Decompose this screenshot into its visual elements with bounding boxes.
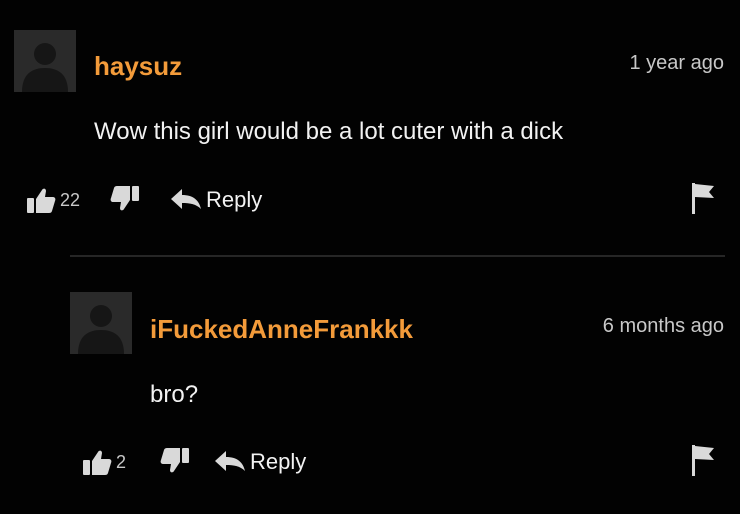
reply-arrow-icon — [215, 451, 245, 471]
thumbs-up-icon[interactable] — [82, 447, 112, 477]
comment-text: bro? — [150, 381, 199, 408]
like-count: 2 — [116, 452, 127, 472]
thumbs-down-icon[interactable] — [110, 184, 140, 214]
comment-username[interactable]: iFuckedAnneFrankkk — [150, 316, 413, 342]
default-avatar-icon — [78, 305, 124, 354]
flag-icon[interactable] — [690, 444, 716, 476]
reply-label: Reply — [206, 187, 263, 212]
like-count: 22 — [60, 190, 81, 210]
divider — [70, 255, 725, 257]
reply-label: Reply — [250, 449, 307, 474]
thumbs-down-icon[interactable] — [160, 446, 190, 476]
comments-section: haysuz 1 year ago Wow this girl would be… — [0, 0, 740, 514]
flag-icon[interactable] — [690, 182, 716, 214]
comment-username[interactable]: haysuz — [94, 53, 182, 79]
comment-timestamp: 1 year ago — [629, 52, 724, 74]
comment-timestamp: 6 months ago — [602, 315, 724, 337]
default-avatar-icon — [22, 43, 68, 92]
reply-arrow-icon — [171, 189, 201, 209]
thumbs-up-icon[interactable] — [26, 185, 56, 215]
avatar[interactable] — [14, 30, 76, 92]
avatar[interactable] — [70, 292, 132, 354]
comment-text: Wow this girl would be a lot cuter with … — [94, 118, 564, 145]
